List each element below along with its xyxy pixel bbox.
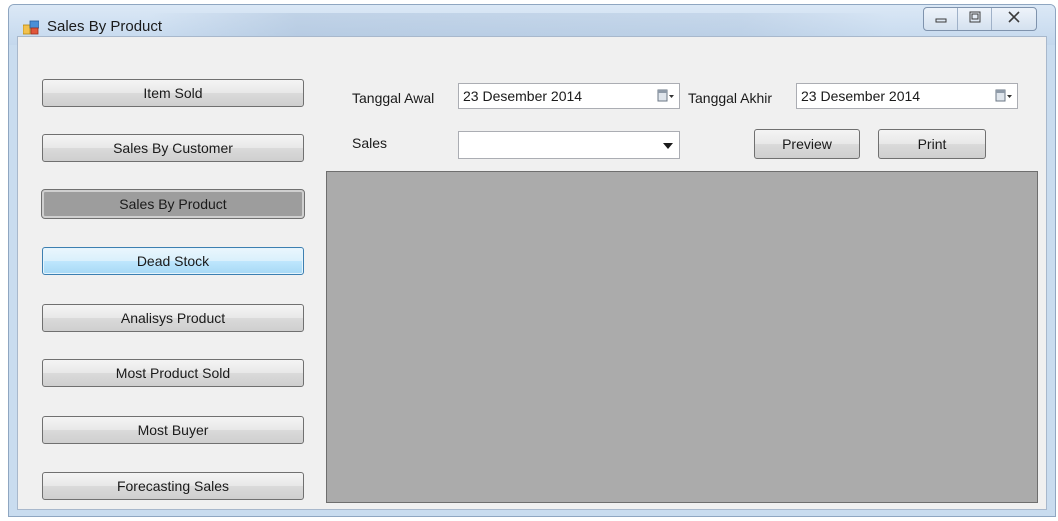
sales-by-product-button[interactable]: Sales By Product	[41, 189, 305, 219]
preview-button[interactable]: Preview	[754, 129, 860, 159]
client-area: Item Sold Sales By Customer Sales By Pro…	[17, 36, 1047, 510]
minimize-icon	[935, 10, 947, 28]
start-date-picker[interactable]: 23 Desember 2014	[458, 83, 680, 109]
report-viewer[interactable]	[326, 171, 1038, 503]
sales-by-customer-label: Sales By Customer	[113, 140, 233, 156]
title-bar-reflection	[149, 13, 889, 37]
start-date-label: Tanggal Awal	[352, 90, 435, 106]
item-sold-button[interactable]: Item Sold	[42, 79, 304, 107]
most-buyer-button[interactable]: Most Buyer	[42, 416, 304, 444]
item-sold-label: Item Sold	[143, 85, 203, 101]
analisys-product-label: Analisys Product	[120, 310, 226, 326]
window-controls	[923, 7, 1037, 31]
calendar-dropdown-icon[interactable]	[657, 88, 675, 104]
calendar-dropdown-icon[interactable]	[995, 88, 1013, 104]
dead-stock-button[interactable]: Dead Stock	[42, 247, 304, 275]
maximize-button[interactable]	[958, 8, 992, 30]
sales-label: Sales	[352, 135, 388, 151]
most-buyer-label: Most Buyer	[137, 422, 209, 438]
forecasting-sales-label: Forecasting Sales	[116, 478, 230, 494]
forecasting-sales-button[interactable]: Forecasting Sales	[42, 472, 304, 500]
print-label: Print	[917, 136, 947, 152]
most-product-sold-button[interactable]: Most Product Sold	[42, 359, 304, 387]
close-button[interactable]	[992, 8, 1036, 30]
sales-by-customer-button[interactable]: Sales By Customer	[42, 134, 304, 162]
dead-stock-label: Dead Stock	[136, 253, 210, 269]
start-date-value: 23 Desember 2014	[463, 88, 583, 104]
minimize-button[interactable]	[924, 8, 958, 30]
sales-by-product-label: Sales By Product	[119, 196, 227, 212]
most-product-sold-label: Most Product Sold	[115, 365, 231, 381]
maximize-icon	[969, 10, 981, 28]
chevron-down-icon	[663, 143, 673, 149]
end-date-label: Tanggal Akhir	[688, 90, 773, 106]
end-date-picker[interactable]: 23 Desember 2014	[796, 83, 1018, 109]
print-button[interactable]: Print	[878, 129, 986, 159]
preview-label: Preview	[782, 136, 832, 152]
close-icon	[1007, 10, 1021, 28]
main-window: Sales By Product Item Sold Sales By Cust…	[8, 4, 1056, 517]
window-title: Sales By Product	[47, 18, 163, 35]
analisys-product-button[interactable]: Analisys Product	[42, 304, 304, 332]
sales-dropdown[interactable]	[458, 131, 680, 159]
app-window-icon	[22, 19, 40, 35]
end-date-value: 23 Desember 2014	[801, 88, 921, 104]
